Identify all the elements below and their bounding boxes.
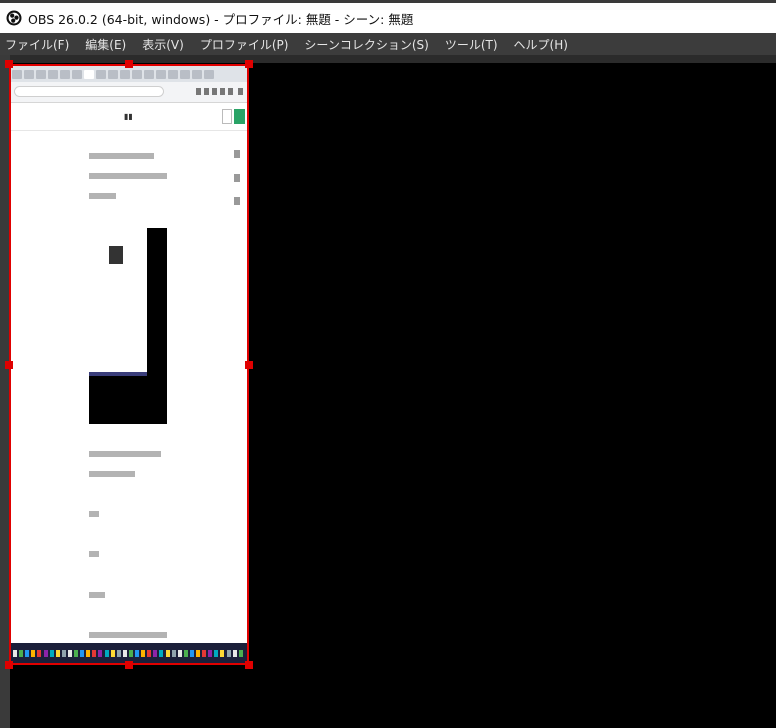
window-title: OBS 26.0.2 (64-bit, windows) - プロファイル: 無…	[28, 11, 414, 27]
title-bar: OBS 26.0.2 (64-bit, windows) - プロファイル: 無…	[0, 3, 776, 33]
resize-handle-top-right[interactable]	[245, 60, 253, 68]
menu-edit[interactable]: 編集(E)	[80, 36, 131, 53]
resize-handle-bottom-center[interactable]	[125, 661, 133, 669]
menu-profile[interactable]: プロファイル(P)	[195, 36, 294, 53]
menu-tools[interactable]: ツール(T)	[440, 36, 503, 53]
resize-handle-middle-left[interactable]	[5, 361, 13, 369]
resize-handle-bottom-left[interactable]	[5, 661, 13, 669]
source-selection-border[interactable]	[9, 64, 249, 665]
menu-bar: ファイル(F) 編集(E) 表示(V) プロファイル(P) シーンコレクション(…	[0, 33, 776, 55]
menu-file[interactable]: ファイル(F)	[0, 36, 74, 53]
resize-handle-top-left[interactable]	[5, 60, 13, 68]
resize-handle-top-center[interactable]	[125, 60, 133, 68]
menu-scene-collection[interactable]: シーンコレクション(S)	[299, 36, 433, 53]
resize-handle-bottom-right[interactable]	[245, 661, 253, 669]
menu-view[interactable]: 表示(V)	[137, 36, 189, 53]
obs-logo-icon	[6, 10, 22, 26]
resize-handle-middle-right[interactable]	[245, 361, 253, 369]
menu-help[interactable]: ヘルプ(H)	[509, 36, 573, 53]
